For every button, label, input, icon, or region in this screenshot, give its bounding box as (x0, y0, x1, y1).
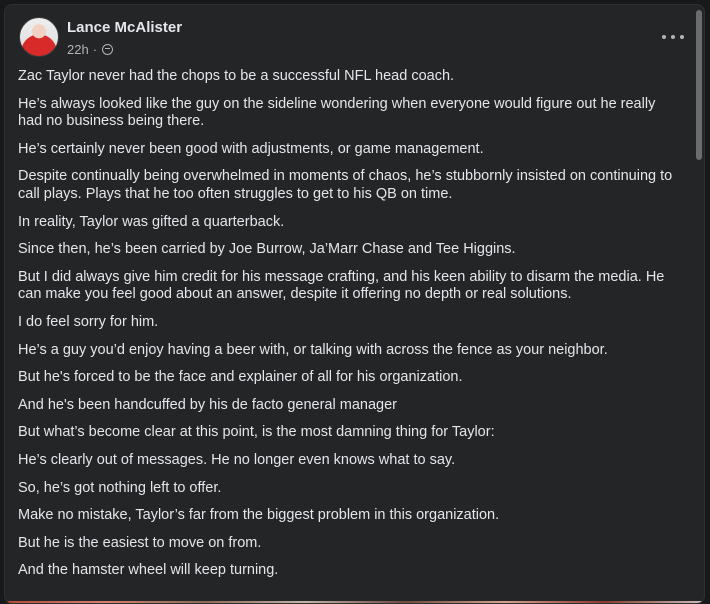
author-name[interactable]: Lance McAlister (67, 19, 182, 36)
post-paragraph: He’s clearly out of messages. He no long… (18, 451, 456, 468)
meta-separator: · (92, 42, 98, 57)
post-paragraph: But I did always give him credit for his… (18, 268, 665, 303)
post-paragraph: In reality, Taylor was gifted a quarterb… (18, 213, 285, 230)
post-paragraph: And the hamster wheel will keep turning. (18, 562, 279, 579)
post-paragraph: He’s certainly never been good with adju… (18, 140, 484, 157)
scrollbar[interactable] (696, 10, 702, 160)
post-header: Lance McAlister 22h · (19, 17, 690, 59)
avatar[interactable] (19, 17, 59, 57)
post-meta: 22h · (67, 42, 114, 57)
post-paragraph: And he's been handcuffed by his de facto… (18, 396, 397, 413)
post-paragraph: But he is the easiest to move on from. (18, 534, 262, 551)
post-paragraph: So, he’s got nothing left to offer. (18, 479, 222, 496)
more-dot-icon (671, 35, 675, 39)
post-body: Zac Taylor never had the chops to be a s… (18, 68, 680, 590)
post-paragraph: Despite continually being overwhelmed in… (18, 168, 673, 202)
more-dot-icon (662, 35, 666, 39)
post-paragraph: But what’s become clear at this point, i… (18, 424, 495, 441)
post-paragraph: But he's forced to be the face and expla… (18, 369, 463, 386)
post-paragraph: He’s always looked like the guy on the s… (18, 95, 656, 130)
post-paragraph: Make no mistake, Taylor’s far from the b… (18, 507, 500, 524)
post-paragraph: Zac Taylor never had the chops to be a s… (18, 68, 455, 84)
post-paragraph: I do feel sorry for him. (18, 313, 159, 330)
post-paragraph: Since then, he’s been carried by Joe Bur… (18, 241, 516, 258)
more-options-button[interactable] (662, 31, 684, 43)
globe-icon[interactable] (102, 44, 114, 55)
post-paragraph: He’s a guy you’d enjoy having a beer wit… (18, 341, 608, 358)
post-card: Lance McAlister 22h · Zac Taylor never h… (4, 4, 705, 604)
more-dot-icon (680, 35, 684, 39)
timestamp[interactable]: 22h (67, 42, 89, 57)
